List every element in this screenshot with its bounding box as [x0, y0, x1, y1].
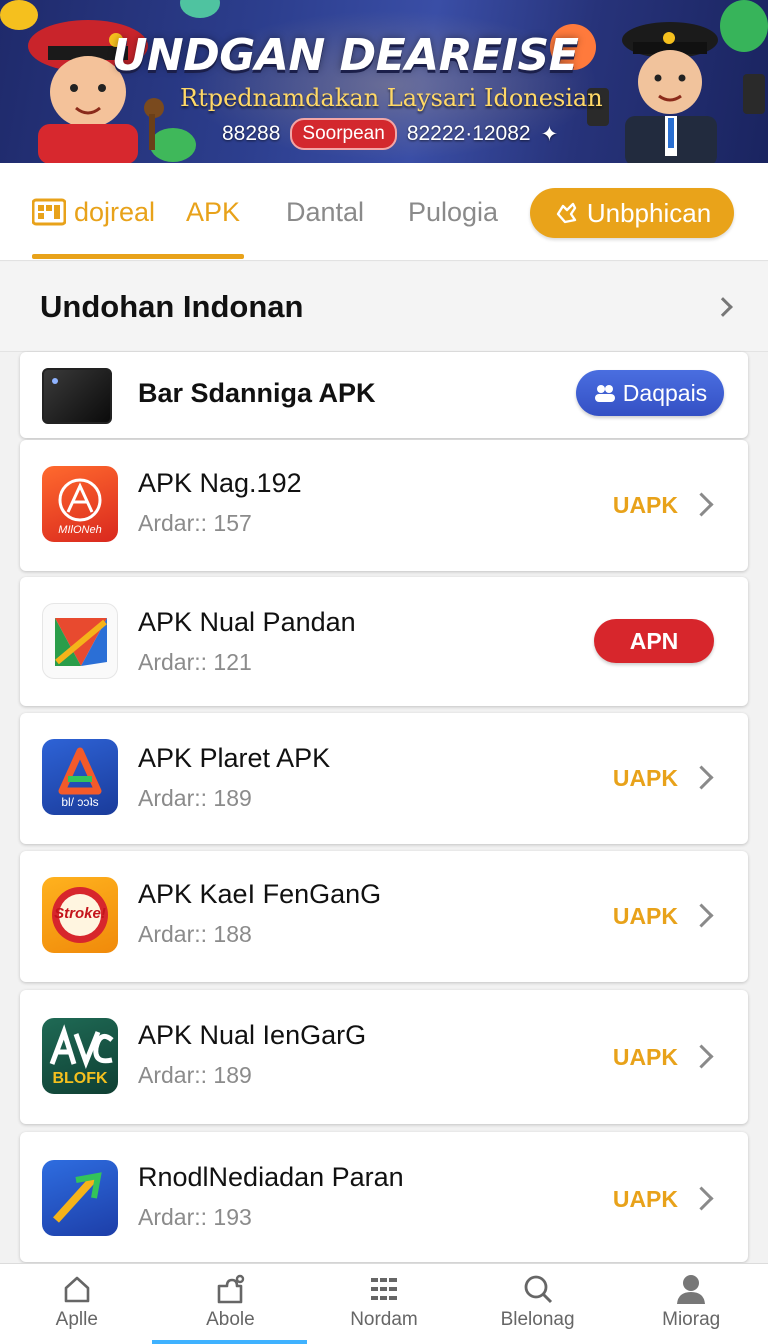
app-name: APK Nag.192	[138, 468, 302, 498]
app-meta: Ardar:: 157	[138, 510, 252, 536]
tab-pulogia[interactable]: Pulogia	[408, 163, 498, 261]
chevron-right-icon	[689, 1186, 714, 1211]
featured-card[interactable]: Bar Sdanniga APK Daqpais	[20, 352, 748, 438]
nav-item-nordam[interactable]: Nordam	[307, 1264, 461, 1344]
sparkle-icon: ✦	[540, 122, 559, 146]
app-name: RnodlNediadan Paran	[138, 1162, 404, 1192]
app-action[interactable]: UAPK	[613, 1186, 678, 1213]
home-icon	[64, 1276, 90, 1303]
app-icon-caption: BLOFK	[52, 1070, 108, 1087]
nav-label: Aplle	[55, 1309, 98, 1330]
cta-label: Unbphican	[586, 197, 712, 228]
chevron-right-icon	[689, 903, 714, 928]
banner-info-row: 88288 Soorpean 82222·12082 ✦	[222, 118, 558, 150]
app-name: APK Plaret APK	[138, 743, 331, 773]
tablet-app-icon	[42, 368, 112, 424]
app-card[interactable]: BLOFK APK Nual ΙenGarG Ardar:: 189 UAPK	[20, 990, 748, 1124]
nav-item-aplle[interactable]: Aplle	[0, 1264, 154, 1344]
app-icon-caption: bl/ ɔɔʇs	[61, 795, 99, 809]
chevron-right-icon	[689, 765, 714, 790]
banner-number-left: 88288	[222, 122, 281, 145]
apn-button[interactable]: APN	[594, 619, 714, 663]
tab-label: Pulogia	[408, 196, 499, 227]
section-title: Undohan Indonan	[40, 288, 304, 324]
tab-label: dojreal	[74, 196, 156, 227]
banner-title: UNDGAN DEAREISE	[111, 30, 579, 81]
app-icon-caption: MIlONeh	[58, 524, 102, 536]
app-meta: Ardar:: 121	[138, 649, 252, 675]
app-meta: Ardar:: 189	[138, 785, 252, 811]
active-tab-indicator	[32, 254, 244, 259]
app-card[interactable]: MIlONeh APK Nag.192 Ardar:: 157 UAPK	[20, 440, 748, 571]
app-card[interactable]: RnodlNediadan Paran Ardar:: 193 UAPK	[20, 1132, 748, 1262]
app-icon-pandan	[42, 603, 118, 679]
app-name: APK KaeI FenGanG	[138, 879, 382, 909]
nav-item-miorag[interactable]: Miorag	[614, 1264, 768, 1344]
download-button[interactable]: Daqpais	[576, 370, 724, 416]
app-icon-plaret: bl/ ɔɔʇs	[42, 739, 118, 815]
tab-dojreal[interactable]: dojreal	[32, 163, 155, 261]
banner-pill: Soorpean	[290, 118, 397, 150]
app-action[interactable]: UAPK	[613, 903, 678, 930]
tab-apk[interactable]: APK	[186, 163, 240, 261]
app-card[interactable]: bl/ ɔɔʇs APK Plaret APK Ardar:: 189 UAPK	[20, 713, 748, 844]
banner-subtitle: Rtpednamdakan Laysari Idonesian	[180, 84, 603, 112]
app-meta: Ardar:: 188	[138, 921, 252, 947]
nav-label: Miorag	[662, 1309, 721, 1330]
hand-icon	[556, 202, 577, 224]
nav-label: Abole	[206, 1309, 255, 1330]
tab-label: APK	[186, 196, 241, 227]
app-action[interactable]: UAPK	[613, 1044, 678, 1071]
app-card[interactable]: APK Nual Pandan Ardar:: 121 APN	[20, 577, 748, 706]
app-card[interactable]: Stroke! APK KaeI FenGanG Ardar:: 188 UAP…	[20, 851, 748, 982]
chevron-right-icon	[689, 492, 714, 517]
tab-label: Dantal	[286, 196, 365, 227]
app-name: APK Nual ΙenGarG	[138, 1020, 367, 1050]
nav-item-abole[interactable]: Abole	[154, 1264, 308, 1344]
chevron-right-icon	[713, 296, 733, 317]
search-icon	[524, 1275, 552, 1304]
list-icon	[370, 1278, 397, 1300]
app-name: APK Nual Pandan	[138, 607, 356, 637]
app-icon-nag: MIlONeh	[42, 466, 118, 542]
cta-button[interactable]: Unbphican	[530, 188, 734, 238]
banner-number-right: 82222·12082	[406, 122, 531, 145]
app-action[interactable]: UAPK	[613, 765, 678, 792]
nav-label: Nordam	[350, 1309, 418, 1330]
app-meta: Ardar:: 189	[138, 1062, 252, 1088]
nav-item-blelonag[interactable]: Blelonag	[461, 1264, 615, 1344]
user-icon	[677, 1275, 706, 1304]
puzzle-icon	[218, 1274, 245, 1304]
download-label: Daqpais	[622, 379, 708, 406]
app-icon-rnodl	[42, 1160, 118, 1236]
gesture-indicator	[152, 1340, 307, 1344]
apn-label: APN	[629, 627, 679, 654]
app-meta: Ardar:: 193	[138, 1204, 252, 1230]
promo-banner[interactable]: UNDGAN DEAREISE Rtpednamdakan Laysari Id…	[0, 0, 768, 163]
app-icon-kael: Stroke!	[42, 877, 118, 953]
tab-dantal[interactable]: Dantal	[286, 163, 364, 261]
decor-bubble	[180, 0, 220, 18]
nav-label: Blelonag	[500, 1309, 575, 1330]
app-icon-caption: Stroke!	[54, 905, 106, 922]
app-icon-nual: BLOFK	[42, 1018, 118, 1094]
featured-name: Bar Sdanniga APK	[138, 378, 376, 408]
people-icon	[594, 385, 615, 402]
section-header[interactable]: Undohan Indonan	[0, 262, 768, 352]
bottom-navigation: Aplle Abole Nordam Blelonag Miorag	[0, 1263, 768, 1344]
app-action[interactable]: UAPK	[613, 492, 678, 519]
grid-app-icon	[32, 198, 66, 226]
chevron-right-icon	[689, 1044, 714, 1069]
